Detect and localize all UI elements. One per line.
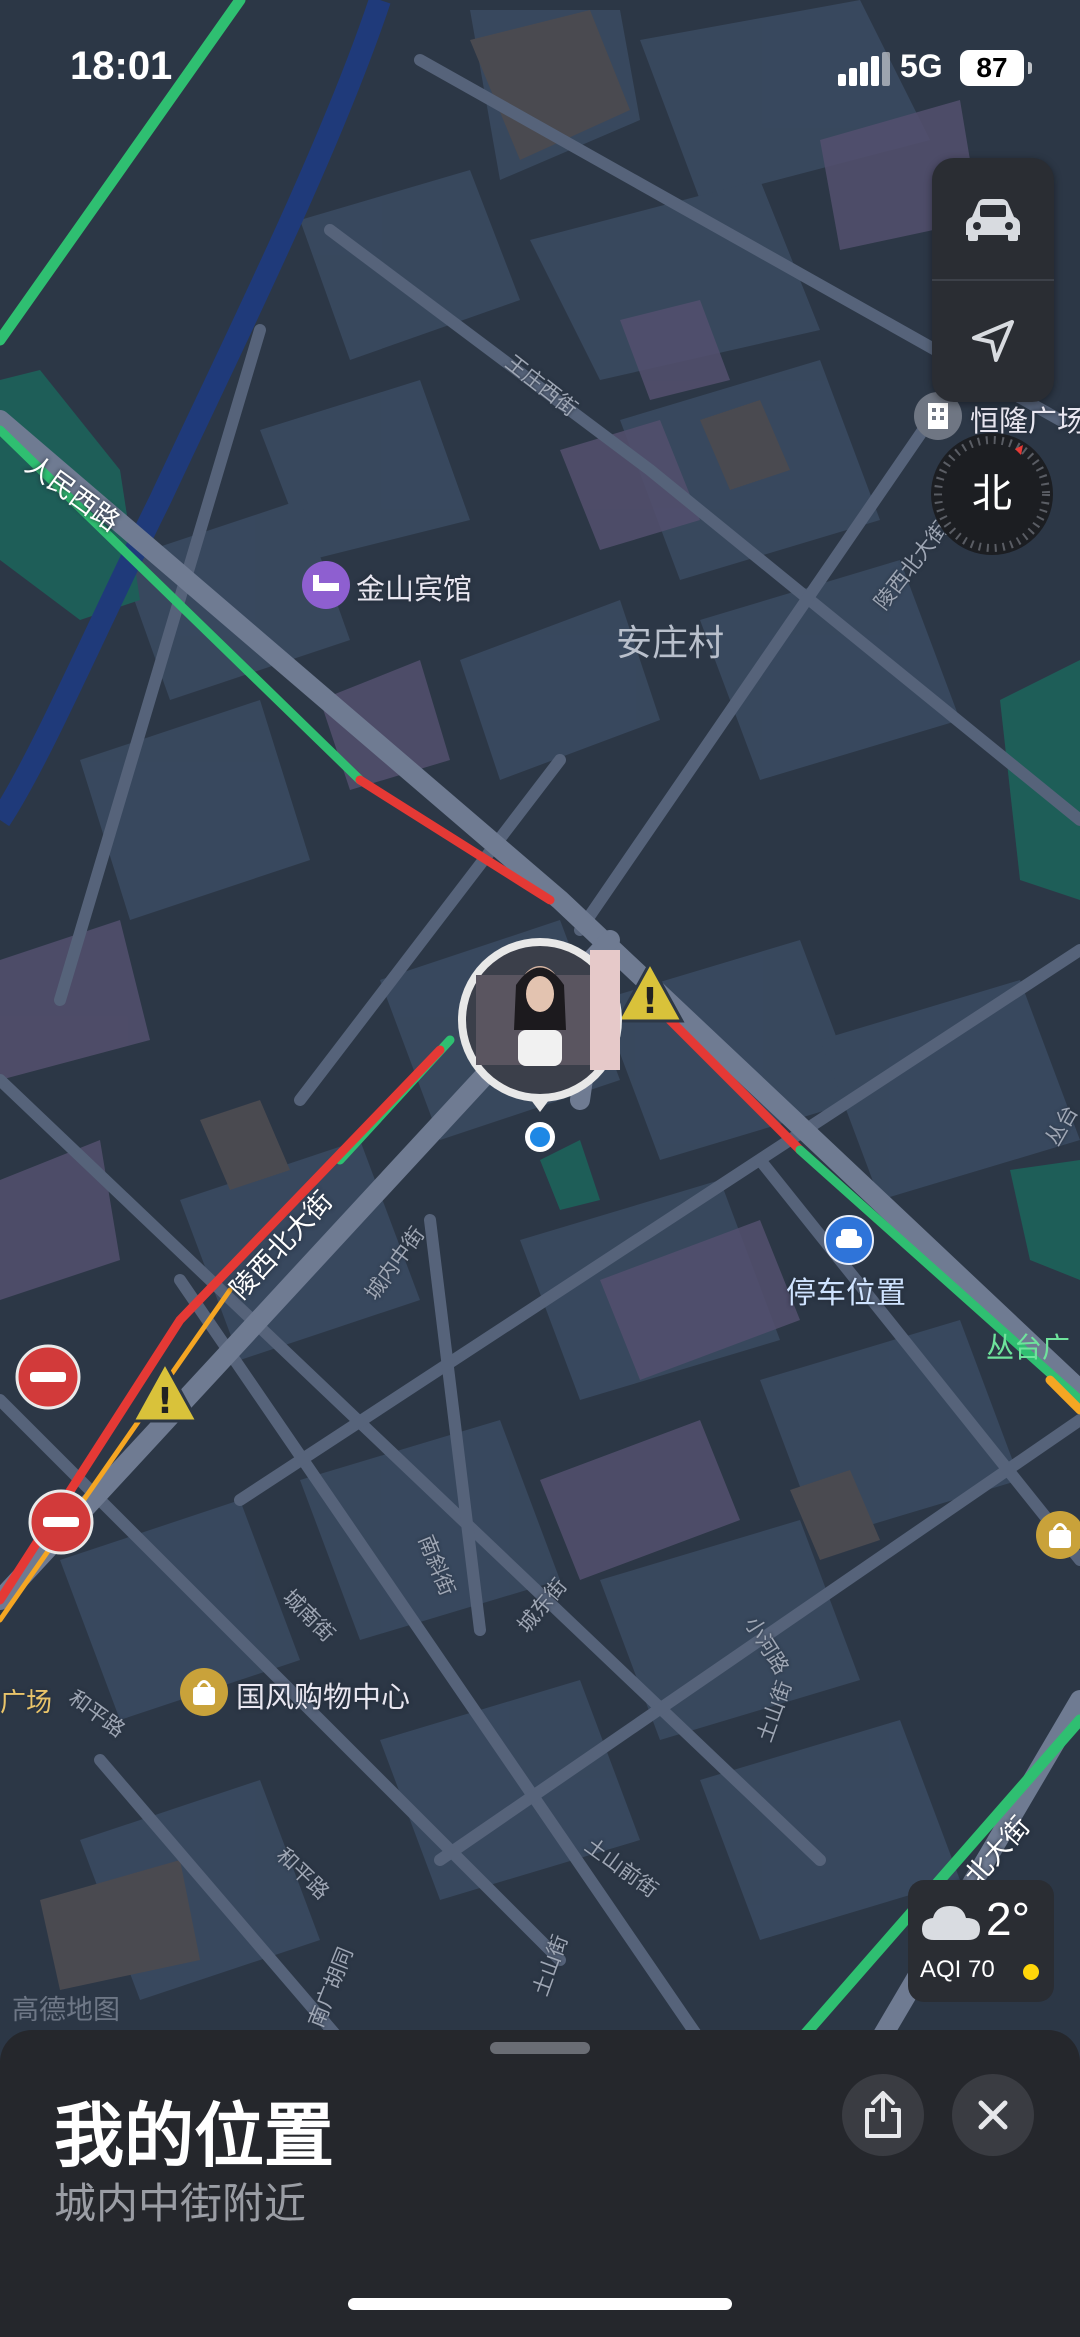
edge-label: 广场 [0, 1688, 53, 1718]
shopping-bag-icon[interactable] [180, 1668, 228, 1716]
no-entry-icon[interactable] [28, 1489, 94, 1555]
network-type: 5G [900, 48, 943, 84]
sheet-grabber[interactable] [490, 2042, 590, 2054]
signal-strength-icon [838, 52, 890, 86]
share-button[interactable] [842, 2074, 924, 2156]
aqi-status-dot [1023, 1964, 1039, 1980]
location-sheet[interactable]: 我的位置 城内中街附近 [0, 2030, 1080, 2337]
road-label: 丛台广 [986, 1331, 1071, 1364]
temperature: 2° [986, 1893, 1030, 1945]
share-icon [865, 2091, 901, 2138]
aqi-value: AQI 70 [920, 1956, 995, 1983]
user-location[interactable] [525, 1122, 555, 1152]
location-arrow-icon [972, 320, 1014, 362]
parking-car-icon[interactable] [824, 1215, 874, 1265]
svg-text:!: ! [642, 981, 658, 1022]
parking-location-label[interactable]: 停车位置 [786, 1268, 906, 1312]
status-bar: 18:01 5G 87 [0, 0, 1080, 130]
no-entry-icon[interactable] [15, 1344, 81, 1410]
close-icon [978, 2100, 1008, 2130]
cloud-icon [922, 1906, 980, 1940]
locate-me-button[interactable] [932, 280, 1054, 402]
close-button[interactable] [952, 2074, 1034, 2156]
poi-label-shopping[interactable]: 国风购物中心 [236, 1674, 410, 1716]
hotel-icon[interactable] [302, 561, 350, 609]
sheet-subtitle: 城内中街附近 [54, 2179, 307, 2228]
driving-mode-button[interactable] [932, 158, 1054, 280]
maps-screen: ! ! 安庄村 金山宾馆 恒隆广场 国风购物中心 停车位置 人民西路 陵西北大街… [0, 0, 1080, 2337]
status-time: 18:01 [70, 44, 173, 88]
map-controls [932, 158, 1054, 402]
village-label: 安庄村 [616, 623, 725, 664]
map-provider-watermark: 高德地图 [12, 1995, 120, 2026]
car-icon [966, 199, 1020, 241]
weather-widget[interactable]: 2° AQI 70 [908, 1880, 1054, 2002]
sheet-title: 我的位置 [54, 2095, 334, 2177]
svg-text:!: ! [157, 1381, 173, 1422]
home-indicator[interactable] [348, 2298, 732, 2310]
compass-button[interactable]: 北 [931, 433, 1053, 555]
poi-label-hotel[interactable]: 金山宾馆 [356, 566, 472, 608]
compass-north-label: 北 [972, 471, 1012, 517]
map-view[interactable]: ! ! [0, 0, 1080, 2040]
battery-icon: 87 [960, 50, 1032, 86]
